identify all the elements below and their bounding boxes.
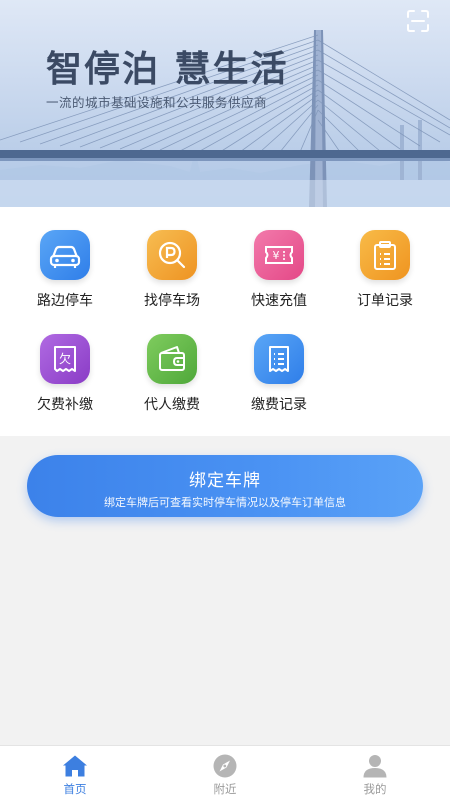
service-order-records[interactable]: 订单记录: [335, 207, 435, 309]
nav-nearby[interactable]: 附近: [150, 746, 300, 800]
arrears-receipt-icon: 欠: [40, 334, 90, 384]
service-roadside-parking[interactable]: 路边停车: [15, 207, 115, 309]
service-label: 路边停车: [37, 293, 93, 309]
service-quick-recharge[interactable]: ¥ 快速充值: [229, 207, 329, 309]
parking-search-icon: [147, 230, 197, 280]
service-label: 快速充值: [251, 293, 307, 309]
bind-plate-title: 绑定车牌: [189, 471, 261, 491]
wallet-icon: [147, 334, 197, 384]
ticket-yen-icon: ¥: [254, 230, 304, 280]
svg-text:¥: ¥: [273, 249, 280, 262]
service-label: 代人缴费: [144, 397, 200, 413]
banner-subtitle: 一流的城市基础设施和公共服务供应商: [46, 95, 268, 110]
service-payment-records[interactable]: 缴费记录: [229, 311, 329, 413]
service-label: 缴费记录: [251, 397, 307, 413]
scan-button[interactable]: [406, 9, 430, 33]
receipt-list-icon: [254, 334, 304, 384]
bottom-nav: 首页 附近 我的: [0, 745, 450, 800]
service-label: 找停车场: [144, 293, 200, 309]
nav-label: 我的: [363, 782, 387, 796]
service-grid: 路边停车 找停车场 ¥ 快速充值 订单记录 欠 欠费补缴 代人缴费 缴费记录: [0, 207, 450, 436]
nav-label: 首页: [63, 782, 87, 796]
car-icon: [40, 230, 90, 280]
banner-title: 智停泊 慧生活: [46, 49, 289, 90]
nav-mine[interactable]: 我的: [300, 746, 450, 800]
scan-icon: [407, 10, 429, 32]
hero-banner: 智停泊 慧生活 一流的城市基础设施和公共服务供应商: [0, 0, 450, 207]
bind-plate-button[interactable]: 绑定车牌 绑定车牌后可查看实时停车情况以及停车订单信息: [27, 455, 423, 517]
service-label: 订单记录: [357, 293, 413, 309]
home-icon: [63, 755, 87, 777]
service-label: 欠费补缴: [37, 397, 93, 413]
service-pay-for-others[interactable]: 代人缴费: [122, 311, 222, 413]
service-find-parking-lot[interactable]: 找停车场: [122, 207, 222, 309]
bind-plate-subtitle: 绑定车牌后可查看实时停车情况以及停车订单信息: [104, 496, 346, 509]
person-icon: [363, 755, 387, 778]
nav-label: 附近: [213, 782, 237, 796]
compass-icon: [213, 754, 237, 778]
svg-text:欠: 欠: [59, 351, 71, 366]
clipboard-icon: [360, 230, 410, 280]
service-arrears-payment[interactable]: 欠 欠费补缴: [15, 311, 115, 413]
nav-home[interactable]: 首页: [0, 746, 150, 800]
